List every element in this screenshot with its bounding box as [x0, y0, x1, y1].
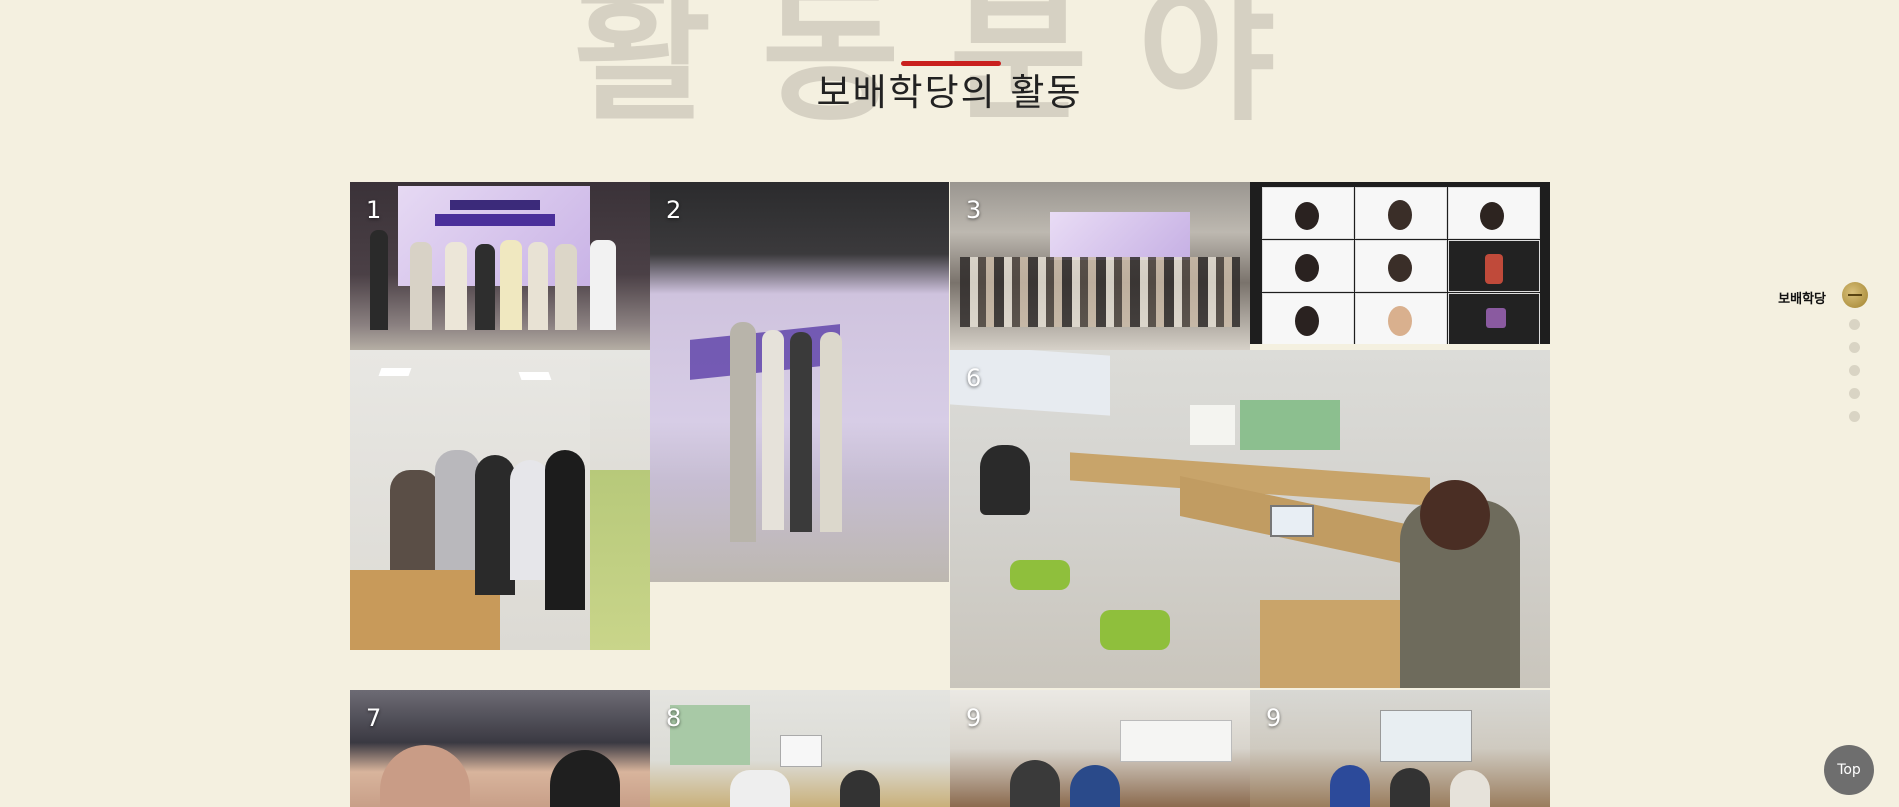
- side-nav-dot-4[interactable]: [1849, 388, 1860, 399]
- gallery-photo-8[interactable]: 8: [650, 690, 950, 807]
- scroll-top-button[interactable]: Top: [1824, 745, 1874, 795]
- side-nav-dot-2[interactable]: [1849, 342, 1860, 353]
- gallery-photo-10[interactable]: 9: [1250, 690, 1550, 807]
- photo-number: 3: [966, 196, 982, 224]
- photo-number: 1: [366, 196, 382, 224]
- photo-number: 2: [666, 196, 682, 224]
- gallery-photo-3[interactable]: 3: [950, 182, 1250, 350]
- side-nav-active-indicator[interactable]: [1842, 282, 1868, 308]
- photo-gallery: 1 2 3 6 7 8 9 9: [350, 182, 1550, 807]
- gallery-photo-9[interactable]: 9: [950, 690, 1250, 807]
- photo-number: 7: [366, 704, 382, 732]
- photo-number: 9: [1266, 704, 1282, 732]
- side-nav-active-label: 보배학당: [1778, 292, 1826, 307]
- gallery-photo-7[interactable]: 7: [350, 690, 650, 807]
- title-accent-bar: [901, 61, 1001, 66]
- photo-number: 6: [966, 364, 982, 392]
- side-nav-dot-5[interactable]: [1849, 411, 1860, 422]
- gallery-photo-1[interactable]: 1: [350, 182, 650, 350]
- photo-number: 9: [966, 704, 982, 732]
- side-nav-dot-1[interactable]: [1849, 319, 1860, 330]
- section-title: 보배학당의 활동: [816, 71, 1083, 114]
- gallery-photo-4[interactable]: [1250, 182, 1550, 344]
- gallery-photo-6[interactable]: 6: [950, 350, 1550, 688]
- photo-number: 8: [666, 704, 682, 732]
- side-nav-dot-3[interactable]: [1849, 365, 1860, 376]
- gallery-photo-2[interactable]: 2: [650, 182, 949, 582]
- gallery-photo-5[interactable]: [350, 350, 650, 650]
